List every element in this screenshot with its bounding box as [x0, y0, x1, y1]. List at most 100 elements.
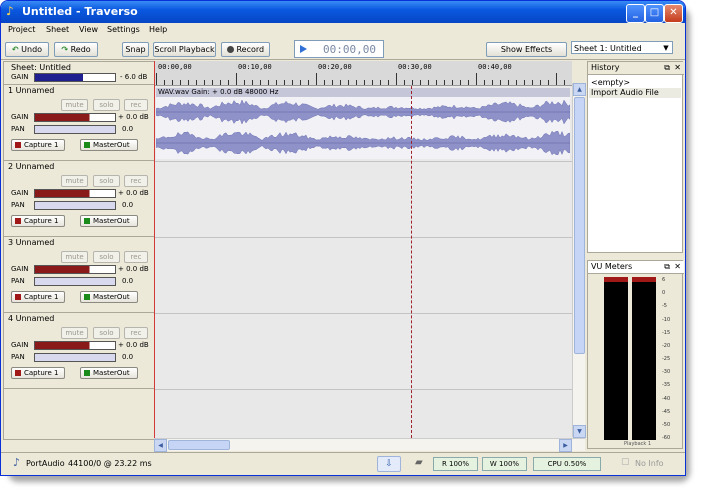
- ruler-tick: [436, 80, 437, 85]
- track-pan-slider[interactable]: [34, 277, 116, 286]
- track-gain-slider[interactable]: [34, 341, 116, 350]
- menu-settings[interactable]: Settings: [107, 25, 140, 34]
- ruler-tick: [340, 80, 341, 85]
- ruler-tick: [532, 80, 533, 85]
- ruler-tick: [460, 80, 461, 85]
- play-icon[interactable]: [300, 45, 307, 53]
- menu-bar: Project Sheet View Settings Help: [1, 23, 685, 38]
- show-effects-button[interactable]: Show Effects: [486, 42, 567, 57]
- write-buffer-indicator: W 100%: [482, 457, 527, 471]
- masterout-button[interactable]: MasterOut: [80, 291, 138, 303]
- mute-button[interactable]: mute: [61, 175, 88, 187]
- track-lane[interactable]: [154, 314, 572, 390]
- scroll-down-icon[interactable]: ▼: [573, 425, 586, 438]
- ruler-label: 00:00,00: [158, 63, 192, 71]
- float-icon[interactable]: ⧉: [664, 62, 670, 74]
- solo-button[interactable]: solo: [93, 175, 120, 187]
- download-icon[interactable]: ⇩: [377, 456, 401, 472]
- audio-clip[interactable]: WAV.wav Gain: + 0.0 dB 48000 Hz: [156, 88, 570, 159]
- sheet-gain-slider[interactable]: [34, 73, 116, 82]
- ruler-tick: [276, 80, 277, 85]
- maximize-button[interactable]: □: [645, 4, 664, 23]
- vu-scale-label: -25: [662, 356, 671, 362]
- solo-button[interactable]: solo: [93, 327, 120, 339]
- capture-input-button[interactable]: Capture 1: [11, 215, 65, 227]
- time-ruler[interactable]: 00:00,00 00:10,00 00:20,00 00:30,00 00:4…: [154, 61, 572, 86]
- undo-arrow-icon: ↶: [11, 45, 19, 54]
- scroll-up-icon[interactable]: ▲: [573, 83, 586, 96]
- window-title: Untitled - Traverso: [22, 5, 138, 18]
- capture-label: Capture 1: [24, 141, 59, 149]
- title-bar[interactable]: ♪ Untitled - Traverso _ □ ✕: [1, 1, 685, 23]
- track-gain-value: + 0.0 dB: [118, 341, 149, 349]
- scroll-right-icon[interactable]: ▶: [559, 439, 572, 452]
- scroll-left-icon[interactable]: ◀: [154, 439, 167, 452]
- ruler-tick: [372, 80, 373, 85]
- masterout-button[interactable]: MasterOut: [80, 139, 138, 151]
- capture-label: Capture 1: [24, 369, 59, 377]
- solo-button[interactable]: solo: [93, 99, 120, 111]
- redo-button[interactable]: ↷ Redo: [54, 42, 98, 57]
- timeline-canvas[interactable]: 00:00,00 00:10,00 00:20,00 00:30,00 00:4…: [154, 61, 572, 438]
- history-item-selected[interactable]: Import Audio File: [589, 88, 681, 98]
- menu-help[interactable]: Help: [149, 25, 167, 34]
- sheet-select[interactable]: Sheet 1: Untitled ▼: [571, 41, 673, 54]
- horizontal-scrollbar[interactable]: ◀ ▶: [154, 438, 585, 452]
- ruler-tick: [300, 80, 301, 85]
- capture-input-button[interactable]: Capture 1: [11, 367, 65, 379]
- menu-sheet[interactable]: Sheet: [46, 25, 69, 34]
- scroll-playback-button[interactable]: Scroll Playback: [153, 42, 216, 57]
- rec-button[interactable]: rec: [124, 175, 148, 187]
- track-pan-slider[interactable]: [34, 353, 116, 362]
- work-cursor-line[interactable]: [411, 86, 412, 438]
- status-bar: ♪ PortAudio 44100/0 @ 23.22 ms ⇩ ▰ R 100…: [1, 452, 685, 475]
- track-gain-value: + 0.0 dB: [118, 265, 149, 273]
- track-pan-slider[interactable]: [34, 201, 116, 210]
- vu-scale-label: -45: [662, 408, 671, 415]
- menu-project[interactable]: Project: [8, 25, 35, 34]
- track-gain-slider[interactable]: [34, 189, 116, 198]
- audio-driver-icon: ♪: [13, 456, 21, 469]
- ruler-tick: [548, 80, 549, 85]
- masterout-button[interactable]: MasterOut: [80, 367, 138, 379]
- track-lane[interactable]: [154, 238, 572, 314]
- horizontal-scroll-thumb[interactable]: [168, 440, 230, 450]
- record-button[interactable]: Record: [221, 42, 270, 57]
- track-lane[interactable]: WAV.wav Gain: + 0.0 dB 48000 Hz: [154, 86, 572, 162]
- undo-button[interactable]: ↶ Undo: [5, 42, 49, 57]
- solo-button[interactable]: solo: [93, 251, 120, 263]
- rec-button[interactable]: rec: [124, 99, 148, 111]
- track-lane[interactable]: [154, 162, 572, 238]
- minimize-button[interactable]: _: [626, 4, 645, 23]
- playhead-line[interactable]: [154, 61, 155, 438]
- track-gain-slider[interactable]: [34, 265, 116, 274]
- time-readout: 00:00,00: [323, 43, 376, 56]
- close-icon[interactable]: ✕: [674, 261, 681, 273]
- vertical-scroll-thumb[interactable]: [574, 97, 585, 354]
- history-item[interactable]: <empty>: [591, 78, 630, 87]
- rec-button[interactable]: rec: [124, 251, 148, 263]
- ruler-tick: [292, 80, 293, 85]
- rec-button[interactable]: rec: [124, 327, 148, 339]
- vu-scale-label: -40: [662, 395, 671, 402]
- mute-button[interactable]: mute: [61, 327, 88, 339]
- ruler-tick: [348, 80, 349, 85]
- gain-label: GAIN: [11, 113, 29, 121]
- mute-button[interactable]: mute: [61, 251, 88, 263]
- float-icon[interactable]: ⧉: [664, 261, 670, 273]
- mute-button[interactable]: mute: [61, 99, 88, 111]
- track-pan-slider[interactable]: [34, 125, 116, 134]
- input-port-icon: [15, 294, 21, 300]
- pan-label: PAN: [11, 201, 25, 209]
- track-header: 3 Unnamed mute solo rec GAIN + 0.0 dB PA…: [4, 237, 154, 313]
- capture-input-button[interactable]: Capture 1: [11, 139, 65, 151]
- track-gain-slider[interactable]: [34, 113, 116, 122]
- masterout-button[interactable]: MasterOut: [80, 215, 138, 227]
- close-button[interactable]: ✕: [664, 4, 683, 23]
- vertical-scrollbar[interactable]: ▲ ▼: [572, 83, 586, 438]
- snap-button[interactable]: Snap: [122, 42, 149, 57]
- close-icon[interactable]: ✕: [674, 62, 681, 74]
- ruler-tick: [476, 73, 477, 85]
- capture-input-button[interactable]: Capture 1: [11, 291, 65, 303]
- menu-view[interactable]: View: [79, 25, 98, 34]
